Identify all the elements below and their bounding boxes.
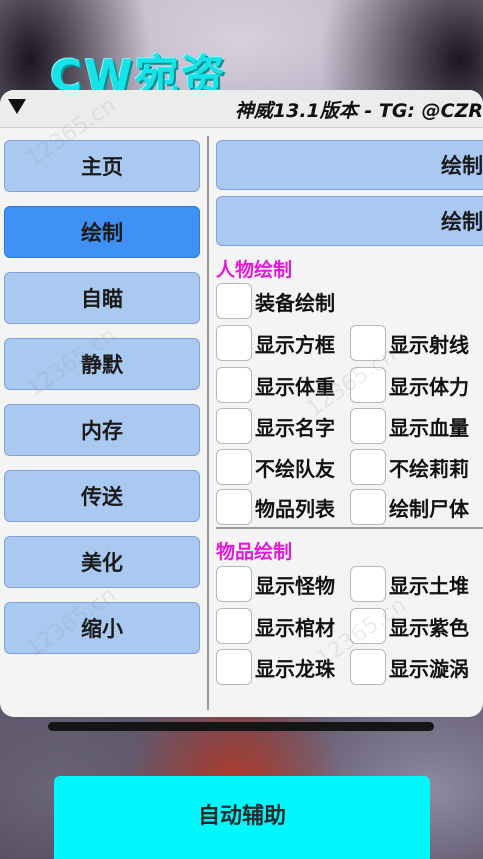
- checkbox-label: 显示名字: [255, 415, 335, 440]
- checkbox-label: 显示射线: [389, 332, 469, 357]
- checkbox-monster[interactable]: [216, 566, 252, 602]
- checkbox-label: 显示血量: [389, 415, 469, 440]
- menu-panel: 神威13.1版本 - TG: @CZR 主页 绘制 自瞄 静默 内存 传送 美化…: [0, 90, 483, 717]
- checkbox-item-list[interactable]: [216, 489, 252, 525]
- checkbox-label: 显示方框: [255, 332, 335, 357]
- sidebar-item-draw[interactable]: 绘制: [4, 206, 200, 258]
- collapse-triangle-icon[interactable]: [8, 99, 26, 114]
- checkbox-no-lily[interactable]: [350, 449, 386, 485]
- checkbox-label: 显示土堆: [389, 573, 469, 598]
- checkbox-label: 显示紫色: [389, 615, 469, 640]
- tab-draw-2[interactable]: 绘制: [216, 196, 483, 246]
- checkbox-label: 不绘队友: [255, 456, 335, 481]
- tab-draw-1[interactable]: 绘制: [216, 140, 483, 190]
- section-title-person: 人物绘制: [216, 259, 293, 281]
- checkbox-box[interactable]: [216, 325, 252, 361]
- checkbox-label: 显示体重: [255, 374, 335, 399]
- checkbox-label: 显示怪物: [255, 573, 335, 598]
- checkbox-stamina[interactable]: [350, 367, 386, 403]
- checkbox-name[interactable]: [216, 408, 252, 444]
- panel-header[interactable]: 神威13.1版本 - TG: @CZR: [0, 90, 483, 128]
- checkbox-label: 显示漩涡: [389, 656, 469, 681]
- sidebar: 主页 绘制 自瞄 静默 内存 传送 美化 缩小: [4, 140, 200, 668]
- sidebar-item-beautify[interactable]: 美化: [4, 536, 200, 588]
- checkbox-label: 显示棺材: [255, 615, 335, 640]
- checkbox-coffin[interactable]: [216, 608, 252, 644]
- panel-title: 神威13.1版本 - TG: @CZR: [234, 100, 483, 122]
- checkbox-label: 物品列表: [255, 496, 335, 521]
- checkbox-label: 不绘莉莉: [389, 456, 469, 481]
- checkbox-label: 绘制尸体: [389, 496, 469, 521]
- auto-assist-label: 自动辅助: [197, 804, 286, 829]
- sidebar-item-teleport[interactable]: 传送: [4, 470, 200, 522]
- auto-assist-button[interactable]: 自动辅助: [54, 776, 430, 859]
- checkbox-label: 装备绘制: [255, 290, 335, 315]
- checkbox-corpse[interactable]: [350, 489, 386, 525]
- sidebar-item-memory[interactable]: 内存: [4, 404, 200, 456]
- section-title-items: 物品绘制: [216, 541, 293, 563]
- sidebar-item-home[interactable]: 主页: [4, 140, 200, 192]
- checkbox-dragon-ball[interactable]: [216, 649, 252, 685]
- checkbox-weight[interactable]: [216, 367, 252, 403]
- vertical-divider: [207, 136, 209, 710]
- checkbox-label: 显示体力: [389, 374, 469, 399]
- section-divider: [216, 527, 483, 529]
- checkbox-vortex[interactable]: [350, 649, 386, 685]
- checkbox-label: 显示龙珠: [255, 656, 335, 681]
- checkbox-equipment[interactable]: [216, 283, 252, 319]
- checkbox-purple[interactable]: [350, 608, 386, 644]
- checkbox-no-teammate[interactable]: [216, 449, 252, 485]
- sidebar-item-silent[interactable]: 静默: [4, 338, 200, 390]
- checkbox-health[interactable]: [350, 408, 386, 444]
- checkbox-line[interactable]: [350, 325, 386, 361]
- sidebar-item-aim[interactable]: 自瞄: [4, 272, 200, 324]
- sidebar-item-minimize[interactable]: 缩小: [4, 602, 200, 654]
- checkbox-dirt-pile[interactable]: [350, 566, 386, 602]
- horizontal-scrollbar[interactable]: [48, 722, 434, 731]
